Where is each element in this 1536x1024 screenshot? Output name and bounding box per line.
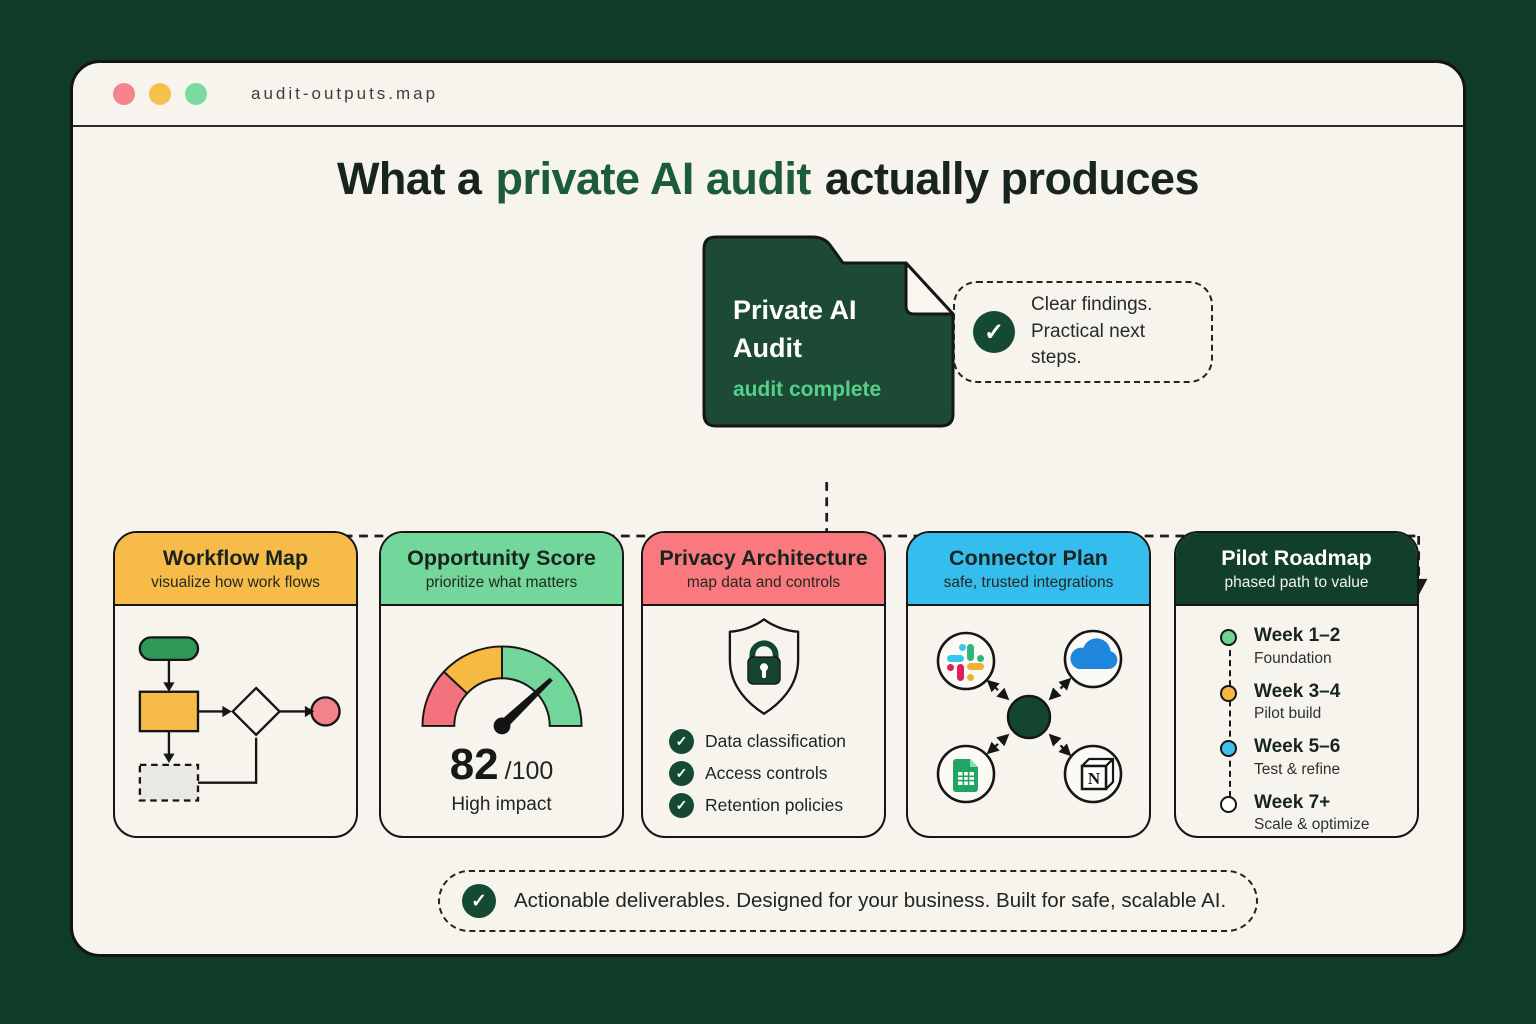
- roadmap-timeline: Week 1–2Foundation Week 3–4Pilot build W…: [1176, 606, 1417, 834]
- close-window-button[interactable]: [113, 83, 135, 105]
- minimize-window-button[interactable]: [149, 83, 171, 105]
- roadmap-milestone: Week 7+Scale & optimize: [1220, 793, 1417, 839]
- browser-window: audit-outputs.map What a private AI audi…: [70, 60, 1466, 957]
- card-subtitle: visualize how work flows: [121, 574, 350, 592]
- page-title: What a private AI audit actually produce…: [73, 153, 1463, 205]
- card-connector-plan: Connector Plan safe, trusted integration…: [906, 531, 1151, 838]
- integration-hub-diagram: N: [914, 611, 1144, 827]
- card-subtitle: prioritize what matters: [387, 574, 616, 592]
- score-denominator: /100: [505, 757, 554, 786]
- callout-line-2: Practical next steps.: [1031, 319, 1193, 373]
- card-title: Workflow Map: [121, 546, 350, 571]
- card-subtitle: safe, trusted integrations: [914, 574, 1143, 592]
- check-icon: ✓: [669, 761, 694, 786]
- gauge-needle-icon: [493, 678, 552, 735]
- card-title: Opportunity Score: [387, 546, 616, 571]
- gauge-icon: [396, 620, 608, 740]
- hub-icon: [1008, 696, 1050, 738]
- shield-lock-icon: [716, 615, 812, 721]
- card-opportunity-score: Opportunity Score prioritize what matter…: [379, 531, 624, 838]
- flowchart-icon: [123, 617, 348, 819]
- roadmap-milestone: Week 1–2Foundation: [1220, 626, 1417, 682]
- svg-text:N: N: [1087, 769, 1100, 788]
- deliverables-banner: ✓ Actionable deliverables. Designed for …: [438, 870, 1258, 932]
- check-icon: ✓: [669, 729, 694, 754]
- card-title: Pilot Roadmap: [1182, 546, 1411, 571]
- folder-title: Private AI Audit: [733, 291, 903, 368]
- heading-pre: What a: [337, 153, 482, 204]
- heading-highlight: private AI audit: [495, 153, 810, 204]
- check-icon: ✓: [669, 793, 694, 818]
- check-icon: ✓: [462, 884, 496, 918]
- card-subtitle: phased path to value: [1182, 574, 1411, 592]
- milestone-dot-icon: [1220, 685, 1237, 702]
- card-title: Connector Plan: [914, 546, 1143, 571]
- zoom-window-button[interactable]: [185, 83, 207, 105]
- score-value: 82: [450, 740, 499, 790]
- roadmap-milestone: Week 3–4Pilot build: [1220, 682, 1417, 738]
- findings-callout: ✓ Clear findings. Practical next steps.: [953, 281, 1213, 383]
- card-subtitle: map data and controls: [649, 574, 878, 592]
- notion-icon: N: [1082, 759, 1113, 789]
- banner-text: Actionable deliverables. Designed for yo…: [514, 889, 1226, 913]
- window-title: audit-outputs.map: [251, 84, 438, 104]
- impact-label: High impact: [451, 794, 551, 816]
- card-pilot-roadmap: Pilot Roadmap phased path to value Week …: [1174, 531, 1419, 838]
- window-titlebar: audit-outputs.map: [73, 63, 1463, 127]
- roadmap-milestone: Week 5–6Test & refine: [1220, 737, 1417, 793]
- checklist-item: ✓ Access controls: [669, 761, 884, 786]
- checklist-item: ✓ Retention policies: [669, 793, 884, 818]
- audit-folder: Private AI Audit audit complete: [701, 233, 956, 429]
- check-icon: ✓: [973, 311, 1015, 353]
- heading-post: actually produces: [825, 153, 1199, 204]
- page-fold-icon: [906, 263, 953, 314]
- folder-status-badge: audit complete: [733, 378, 903, 402]
- milestone-dot-icon: [1220, 796, 1237, 813]
- milestone-dot-icon: [1220, 740, 1237, 757]
- checklist-item: ✓ Data classification: [669, 729, 884, 754]
- google-sheets-icon: [953, 759, 978, 792]
- milestone-dot-icon: [1220, 629, 1237, 646]
- card-privacy-architecture: Privacy Architecture map data and contro…: [641, 531, 886, 838]
- card-title: Privacy Architecture: [649, 546, 878, 571]
- callout-line-1: Clear findings.: [1031, 292, 1193, 319]
- card-workflow-map: Workflow Map visualize how work flows: [113, 531, 358, 838]
